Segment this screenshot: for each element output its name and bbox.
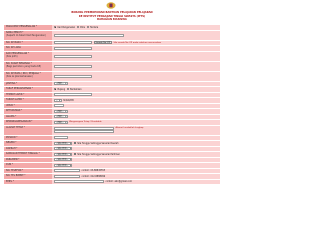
race-label: KETURUNAN * — [4, 109, 52, 114]
ic-no-note: Sila semak No. KP anda sebelum meneruska… — [113, 41, 162, 44]
ic-type-radio-kp[interactable] — [54, 26, 56, 29]
birth-date-label: TARIKH LAHIR * — [4, 98, 52, 103]
mobile-label: NO. TEL BIMBIT * — [4, 174, 52, 179]
ic-type-option-kp: Kad Pengenalan — [57, 25, 76, 29]
phone-label: NO. TELEFON * — [4, 168, 52, 173]
ic-type-option-tentera: Tentera — [90, 25, 99, 29]
parliament-select[interactable]: --Sila Pilih-- — [54, 158, 73, 162]
row-ic-colour: KAD PENGENALAN * (Sila pilih) — [4, 51, 220, 62]
address-line1-input[interactable] — [54, 126, 114, 130]
check-ic-button[interactable]: Semak No. KP — [93, 41, 112, 45]
full-name-sublabel: (Seperti di dalam Kad Pengenalan) — [6, 34, 46, 37]
marital-option-married: Berkahwin — [70, 87, 82, 91]
district-select[interactable]: --Sila Pilih-- — [54, 147, 73, 151]
ic-type-option-polis: Polis — [80, 25, 86, 29]
home-area-loading-checkbox — [73, 153, 76, 156]
citizenship-label: KEWARGANEGARAAN * — [4, 120, 52, 125]
age-input[interactable] — [54, 104, 64, 108]
state-label: NEGERI * — [4, 141, 52, 146]
application-form-page: BORANG PERMOHONAN BANTUAN PELAJARAN PELA… — [0, 0, 224, 225]
race-select[interactable]: --Pilih-- — [54, 109, 68, 113]
dun-select[interactable]: --Sila Pilih-- — [54, 163, 73, 167]
ic-no-label: NO. KP BARU * — [4, 40, 52, 45]
ic-colour-input[interactable] — [54, 54, 92, 58]
parliament-label: PARLIMEN * — [4, 157, 52, 162]
birth-cert-input[interactable] — [54, 64, 92, 68]
ic-type-radio-polis[interactable] — [76, 26, 79, 29]
ic-type-radio-tentera[interactable] — [86, 26, 89, 29]
marital-label: TARAF PERKAHWINAN * — [4, 87, 52, 92]
birth-place-input[interactable] — [54, 93, 92, 97]
marital-radio-single[interactable] — [54, 88, 56, 91]
ic-old-label: NO. KP LAMA — [4, 46, 52, 51]
marital-option-single: Bujang — [57, 87, 66, 91]
home-area-note: Sila Tunggu Sehingga Senarai Parlimen — [77, 152, 121, 156]
birth-date-select[interactable]: -- — [54, 98, 62, 102]
row-email: EMEL * contoh: abc@gmail.com — [4, 179, 220, 185]
phone-note: contoh: 03-88845555 — [81, 169, 106, 173]
applicant-form: MAKLUMAT PENGENALAN * Kad Pengenalan Pol… — [4, 25, 220, 185]
age-label: UMUR * — [4, 103, 52, 108]
address-note: Alamat hendaklah lengkap — [115, 127, 144, 130]
religion-select[interactable]: --Pilih-- — [54, 115, 68, 119]
address-line2-input[interactable] — [54, 130, 114, 134]
row-birth-cert: NO. SURAT BERANAK * (Bagi pemohon yang t… — [4, 61, 220, 72]
home-area-select[interactable]: --Sila Pilih-- — [54, 152, 73, 156]
phone-input[interactable] — [54, 169, 80, 173]
birth-place-label: TEMPAT LAHIR * — [4, 92, 52, 97]
guardian-ic-input[interactable] — [54, 74, 92, 78]
district-label: DAERAH * — [4, 146, 52, 151]
dun-label: DUN * — [4, 163, 52, 168]
email-note: contoh: abc@gmail.com — [105, 180, 133, 184]
row-address: ALAMAT TETAP * Alamat hendaklah lengkap — [4, 125, 220, 136]
gender-label: JANTINA * — [4, 81, 52, 86]
coat-of-arms-logo — [106, 2, 116, 9]
email-label: EMEL * — [4, 179, 52, 184]
citizenship-note: Warganegara Tetap / Penduduk — [69, 121, 102, 124]
mobile-note: contoh: 012-8888999 — [81, 174, 106, 178]
state-loading-checkbox — [73, 142, 76, 145]
citizenship-select[interactable]: --Pilih-- — [54, 120, 68, 124]
guardian-ic-sublabel: (Sila isi jika berkenaan) — [6, 75, 33, 78]
home-area-label: KAWASAN TEMPAT TINGGAL * — [4, 152, 52, 157]
ic-no-input[interactable] — [54, 41, 92, 45]
full-name-input[interactable] — [54, 33, 124, 37]
email-input[interactable] — [54, 180, 104, 184]
gender-select[interactable]: --Pilih-- — [54, 82, 68, 86]
birth-cert-sublabel: (Bagi pemohon yang tiada KP) — [6, 65, 42, 68]
mobile-input[interactable] — [54, 174, 80, 178]
state-select[interactable]: --Sila Pilih-- — [54, 141, 73, 145]
postcode-label: POSKOD * — [4, 135, 52, 140]
ic-old-input[interactable] — [54, 46, 92, 50]
ic-type-label: MAKLUMAT PENGENALAN * — [4, 25, 52, 30]
address-label: ALAMAT TETAP * — [4, 125, 52, 135]
birth-date-note: hh/bb/tttt — [63, 98, 74, 102]
marital-radio-married[interactable] — [66, 88, 69, 91]
religion-label: AGAMA * — [4, 114, 52, 119]
ic-colour-sublabel: (Sila pilih) — [6, 55, 18, 58]
state-note: Sila Tunggu Sehingga Senarai Daerah — [77, 141, 119, 145]
row-guardian-ic: NO. KP BAPA / IBU / PENJAGA * (Sila isi … — [4, 71, 220, 82]
form-title-line3: BAHAGIAN BIASISWA — [97, 18, 127, 21]
row-full-name: NAMA PENUH * (Seperti di dalam Kad Penge… — [4, 30, 220, 41]
postcode-input[interactable] — [54, 136, 68, 140]
